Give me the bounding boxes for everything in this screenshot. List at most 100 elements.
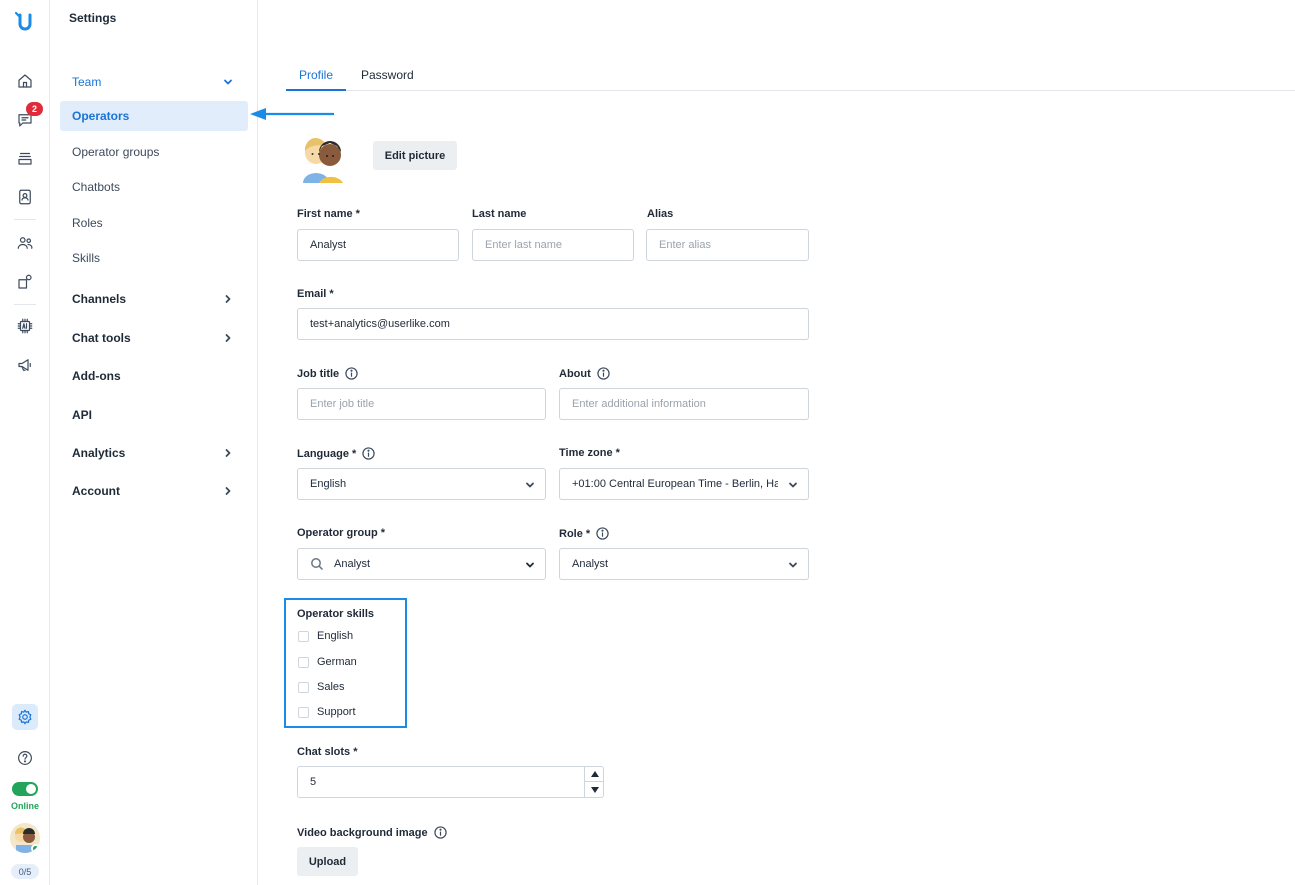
language-select[interactable]: English bbox=[297, 468, 546, 500]
alias-field[interactable]: Enter alias bbox=[646, 229, 809, 261]
language-label: Language * bbox=[297, 447, 375, 460]
skill-support[interactable]: Support bbox=[298, 706, 356, 718]
chevron-right-icon bbox=[222, 332, 234, 344]
label-text: Chat slots * bbox=[297, 746, 358, 758]
nav-section-add-ons[interactable]: Add-ons bbox=[60, 361, 248, 391]
help-icon[interactable] bbox=[12, 745, 38, 771]
chat-slots-field[interactable]: 5 bbox=[297, 766, 604, 798]
job-title-field[interactable]: Enter job title bbox=[297, 388, 546, 420]
label-text: Operator group * bbox=[297, 527, 386, 539]
label-text: About bbox=[559, 367, 591, 380]
search-icon bbox=[310, 557, 324, 571]
skill-checkbox[interactable] bbox=[298, 681, 309, 693]
skill-german[interactable]: German bbox=[298, 656, 357, 668]
about-field[interactable]: Enter additional information bbox=[559, 388, 809, 420]
nav-section-channels[interactable]: Channels bbox=[60, 284, 248, 314]
label-text: First name * bbox=[297, 208, 360, 220]
nav-section-label: Analytics bbox=[72, 446, 126, 460]
last-name-label: Last name bbox=[472, 208, 526, 220]
operator-skills-label: Operator skills bbox=[297, 608, 374, 620]
operator-group-label: Operator group * bbox=[297, 527, 385, 539]
annotation-arrow bbox=[250, 108, 334, 120]
label-text: Language * bbox=[297, 447, 357, 460]
nav-section-label: Account bbox=[72, 484, 120, 498]
icon-rail: 2 Online 0/5 bbox=[0, 0, 50, 885]
nav-item-operator-groups[interactable]: Operator groups bbox=[60, 137, 248, 167]
nav-item-chatbots[interactable]: Chatbots bbox=[60, 172, 248, 202]
stepper-up-button[interactable] bbox=[585, 767, 604, 782]
chat-slots-label: Chat slots * bbox=[297, 746, 358, 758]
label-text: Role * bbox=[559, 527, 591, 540]
nav-section-label: API bbox=[72, 408, 93, 422]
ai-chip-icon[interactable] bbox=[12, 313, 38, 339]
nav-section-team[interactable]: Team bbox=[60, 67, 248, 97]
home-icon[interactable] bbox=[12, 68, 38, 94]
nav-section-label: Add-ons bbox=[72, 369, 121, 383]
chevron-right-icon bbox=[222, 293, 234, 305]
operator-group-select[interactable]: Analyst bbox=[297, 548, 546, 580]
nav-section-account[interactable]: Account bbox=[60, 476, 248, 506]
nav-item-label: Operator groups bbox=[72, 145, 160, 159]
profile-tabs: Profile Password bbox=[286, 60, 1295, 91]
megaphone-icon[interactable] bbox=[12, 352, 38, 378]
nav-item-operators[interactable]: Operators bbox=[60, 101, 248, 131]
settings-title: Settings bbox=[69, 11, 117, 25]
stepper-down-button[interactable] bbox=[585, 782, 604, 797]
info-icon[interactable] bbox=[433, 826, 447, 839]
active-tab-indicator bbox=[286, 89, 346, 91]
chat-slots-pill: 0/5 bbox=[11, 864, 39, 879]
upload-button[interactable]: Upload bbox=[297, 847, 358, 876]
first-name-field[interactable]: Analyst bbox=[297, 229, 459, 261]
info-icon[interactable] bbox=[345, 367, 358, 380]
userlike-logo[interactable] bbox=[12, 8, 38, 34]
skill-checkbox[interactable] bbox=[298, 656, 309, 668]
skill-sales[interactable]: Sales bbox=[298, 681, 345, 693]
info-icon[interactable] bbox=[596, 527, 609, 540]
select-value: Analyst bbox=[334, 558, 371, 570]
rail-divider bbox=[14, 219, 36, 220]
email-label: Email * bbox=[297, 288, 334, 300]
email-field[interactable]: test+analytics@userlike.com bbox=[297, 308, 809, 340]
skill-checkbox[interactable] bbox=[298, 630, 309, 642]
job-title-label: Job title bbox=[297, 367, 358, 380]
skill-label: English bbox=[317, 630, 354, 642]
timezone-select[interactable]: +01:00 Central European Time - Berlin, H… bbox=[559, 468, 809, 500]
skill-checkbox[interactable] bbox=[298, 706, 309, 718]
label-text: Email * bbox=[297, 288, 334, 300]
quantity-stepper bbox=[584, 767, 604, 798]
nav-item-label: Operators bbox=[72, 109, 130, 123]
skill-label: Sales bbox=[317, 681, 345, 693]
nav-section-chat-tools[interactable]: Chat tools bbox=[60, 323, 248, 353]
select-value: English bbox=[310, 478, 347, 490]
contacts-icon[interactable] bbox=[12, 184, 38, 210]
nav-section-analytics[interactable]: Analytics bbox=[60, 438, 248, 468]
label-text: Alias bbox=[647, 208, 674, 220]
chevron-down-icon bbox=[222, 76, 234, 88]
chevron-down-icon bbox=[788, 560, 798, 570]
online-toggle[interactable] bbox=[12, 782, 38, 796]
tab-profile[interactable]: Profile bbox=[299, 68, 333, 82]
role-select[interactable]: Analyst bbox=[559, 548, 809, 580]
widgets-icon[interactable] bbox=[12, 269, 38, 295]
rail-divider bbox=[14, 304, 36, 305]
inbox-stack-icon[interactable] bbox=[12, 145, 38, 171]
label-text: Operator skills bbox=[297, 608, 375, 620]
gear-icon[interactable] bbox=[12, 704, 38, 730]
alias-label: Alias bbox=[647, 208, 673, 220]
label-text: Job title bbox=[297, 367, 340, 380]
nav-section-api[interactable]: API bbox=[60, 400, 248, 430]
team-icon[interactable] bbox=[12, 230, 38, 256]
avatar[interactable] bbox=[10, 823, 40, 853]
tab-password[interactable]: Password bbox=[361, 68, 414, 82]
nav-item-roles[interactable]: Roles bbox=[60, 208, 248, 238]
role-label: Role * bbox=[559, 527, 609, 540]
select-value: Analyst bbox=[572, 558, 609, 570]
info-icon[interactable] bbox=[597, 367, 610, 380]
edit-picture-button[interactable]: Edit picture bbox=[373, 141, 457, 170]
timezone-label: Time zone * bbox=[559, 447, 620, 459]
skill-english[interactable]: English bbox=[298, 630, 353, 642]
nav-item-skills[interactable]: Skills bbox=[60, 243, 248, 273]
last-name-field[interactable]: Enter last name bbox=[472, 229, 634, 261]
info-icon[interactable] bbox=[362, 447, 375, 460]
video-background-label: Video background image bbox=[297, 826, 447, 839]
